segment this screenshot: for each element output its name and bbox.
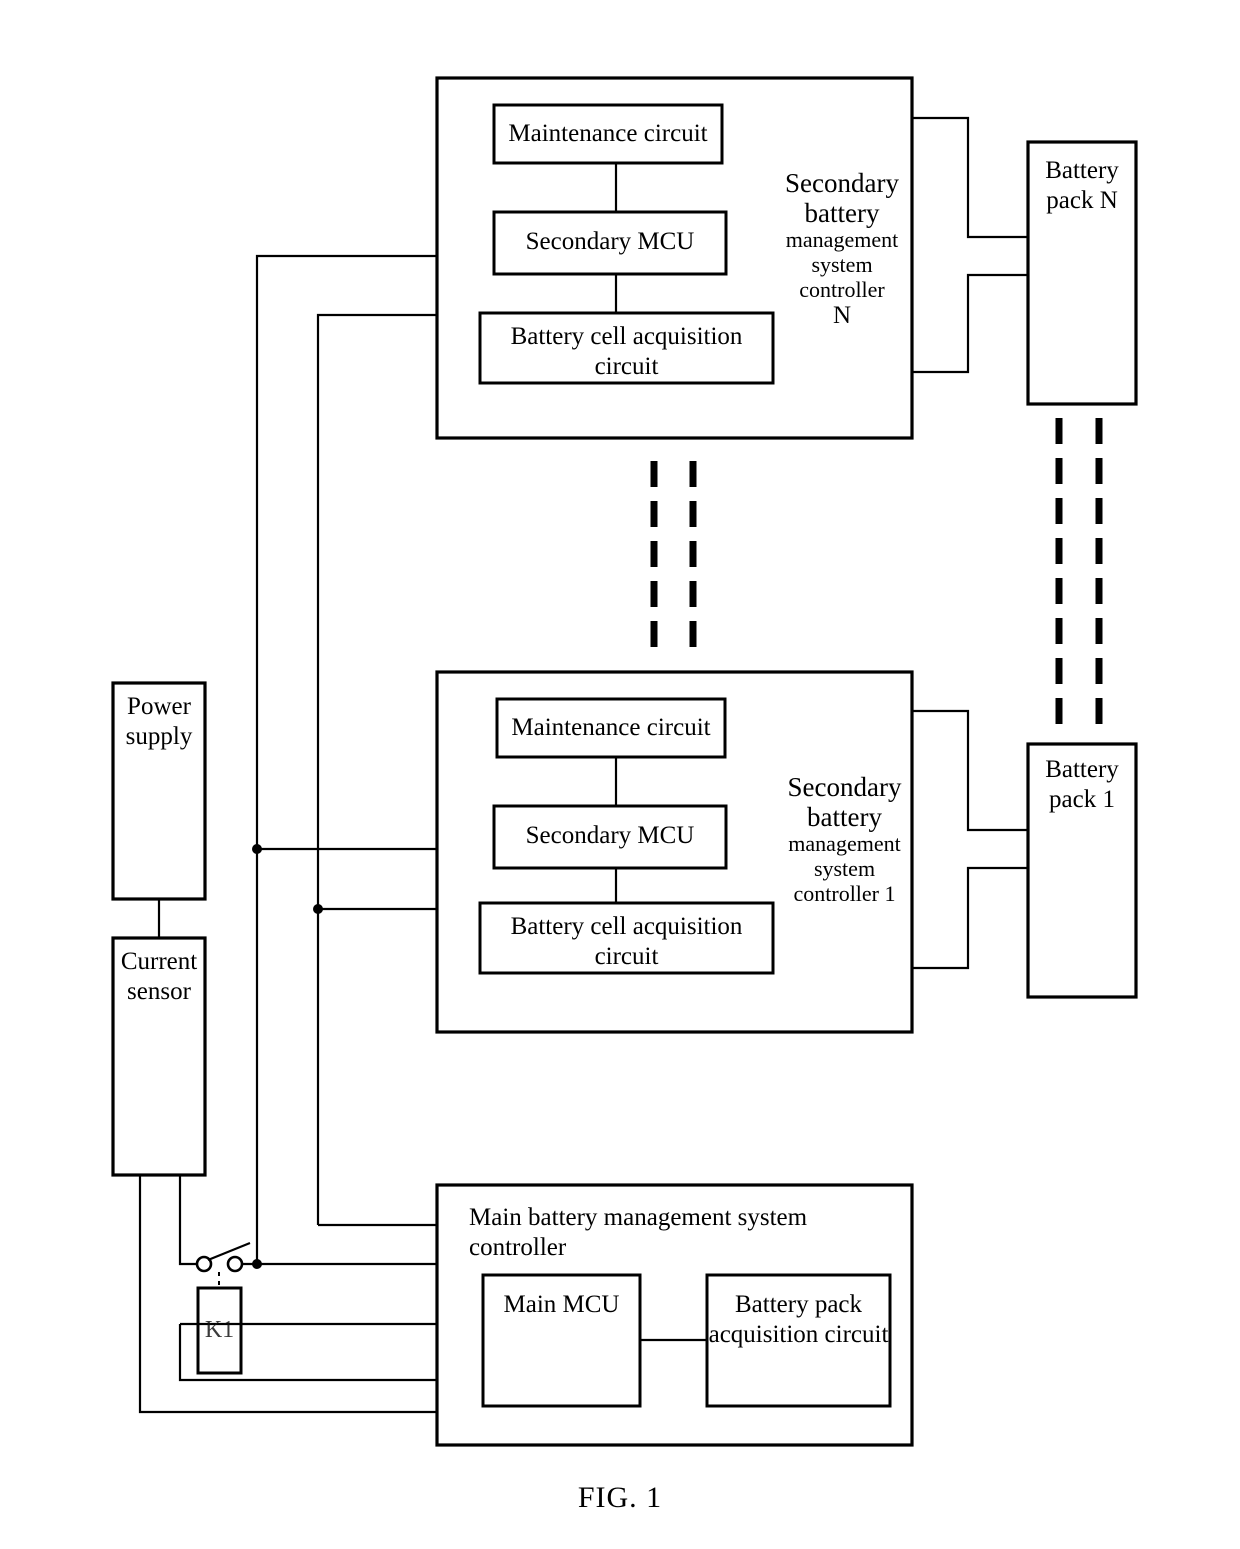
sc-1-title-line5: controller 1 [793, 880, 896, 906]
wire-sensor-to-main [138, 1175, 437, 1414]
main-mcu-label: Main MCU [503, 1291, 620, 1318]
figure-sheet: .box { fill:#ffffff; stroke:#000000; str… [0, 0, 1240, 1549]
wire-switch-to-sensor [178, 1175, 197, 1266]
sc-1-title-line2: battery [807, 802, 882, 833]
figure-caption: FIG. 1 [577, 1481, 663, 1514]
wire-bus-left-2 [316, 313, 437, 1225]
cell-acquisition-1-line2: circuit [594, 942, 659, 970]
sc-n-title-line3: management [785, 227, 899, 253]
secondary-controller-n-title: Secondary battery management system cont… [772, 168, 912, 330]
battery-pack-n-line2: pack N [1046, 186, 1118, 214]
cell-acquisition-n-label: Battery cell acquisition circuit [480, 322, 773, 381]
maintenance-circuit-n-label: Maintenance circuit [508, 120, 708, 147]
battery-pack-1-line2: pack 1 [1049, 785, 1115, 813]
maintenance-circuit-1-label: Maintenance circuit [511, 714, 711, 741]
sc-1-title-line1: Secondary [787, 772, 902, 802]
sc-1-title-line4: system [813, 856, 876, 882]
wire-ctrl1-pack-top [912, 709, 1028, 832]
main-controller-title: Main battery management system controlle… [469, 1204, 808, 1261]
switch-terminal-right [226, 1255, 244, 1273]
sc-n-title-line5: controller [799, 276, 885, 302]
wire-ctrlN-pack-top [912, 116, 1028, 239]
switch-blade [207, 1241, 251, 1262]
relay-k1-label: K1 [204, 1317, 235, 1343]
pack-acquisition-label: Battery pack acquisition circuit [702, 1290, 895, 1349]
secondary-mcu-n-label: Secondary MCU [525, 228, 695, 255]
current-sensor-label: Current sensor [110, 947, 208, 1006]
junction-bus2-ctrl1 [313, 904, 323, 914]
cell-acquisition-1-label: Battery cell acquisition circuit [480, 912, 773, 971]
cell-acquisition-n-line2: circuit [594, 352, 659, 380]
sc-n-title-line6: N [832, 302, 852, 330]
wire-bus-left-1 [255, 254, 437, 1264]
ellipsis-controllers [650, 461, 697, 647]
pack-acquisition-line1: Battery pack [734, 1291, 863, 1318]
wire-ctrlN-pack-bottom [912, 273, 1028, 374]
pack-acquisition-line2: acquisition circuit [708, 1320, 889, 1348]
wire-ctrl1-pack-bottom [912, 866, 1028, 970]
battery-pack-1-line1: Battery [1045, 756, 1119, 783]
power-supply-line1: Power [127, 693, 191, 720]
junction-bus1-ctrl1 [252, 844, 262, 854]
battery-pack-n-label: Battery pack N [1028, 156, 1136, 215]
current-sensor-line1: Current [120, 948, 198, 975]
secondary-controller-1-title: Secondary battery management system cont… [772, 772, 917, 906]
current-sensor-line2: sensor [127, 977, 191, 1005]
secondary-mcu-1-label: Secondary MCU [525, 822, 695, 849]
ellipsis-battery-packs [1055, 418, 1103, 724]
cell-acquisition-1-line1: Battery cell acquisition [510, 913, 743, 940]
sc-n-title-line1: Secondary [785, 168, 899, 198]
sc-n-title-line4: system [811, 252, 873, 278]
sc-n-title-line2: battery [804, 198, 880, 229]
cell-acquisition-n-line1: Battery cell acquisition [510, 323, 743, 350]
battery-pack-1-label: Battery pack 1 [1028, 755, 1136, 814]
junction-bus1-main [252, 1259, 262, 1269]
battery-pack-n-line1: Battery [1045, 157, 1119, 184]
power-supply-line2: supply [125, 722, 193, 750]
sc-1-title-line3: management [788, 831, 901, 857]
power-supply-label: Power supply [113, 692, 205, 751]
